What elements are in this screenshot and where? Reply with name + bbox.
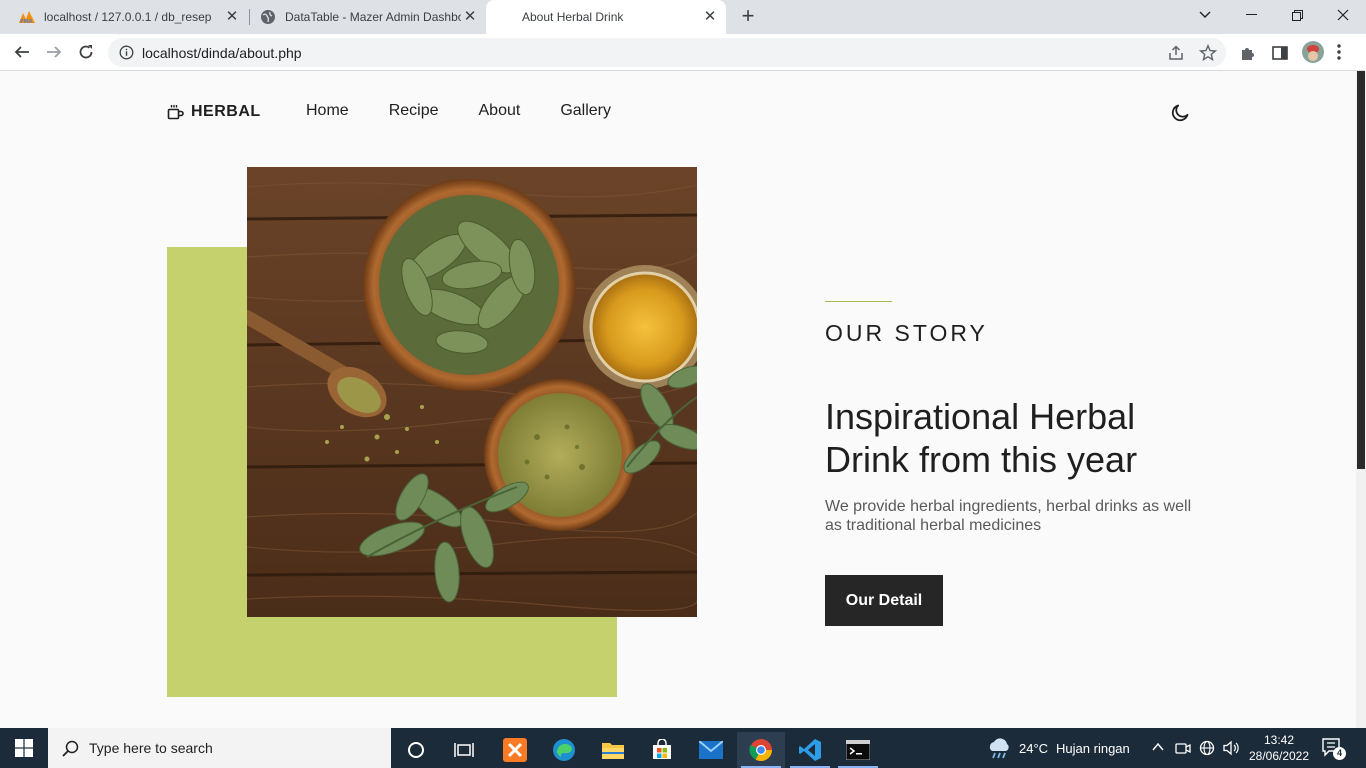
url-text: localhost/dinda/about.php: [142, 45, 302, 61]
nav-gallery[interactable]: Gallery: [560, 102, 611, 120]
accent-line: [825, 301, 892, 302]
bookmark-star-icon[interactable]: [1199, 44, 1217, 62]
notification-center-button[interactable]: 4: [1322, 738, 1346, 763]
new-tab-button[interactable]: +: [737, 5, 759, 29]
arrow-left-icon: [14, 46, 29, 58]
chrome-icon: [749, 739, 772, 761]
task-view-icon: [454, 743, 474, 757]
nav-home[interactable]: Home: [306, 102, 349, 120]
windows-taskbar: Type here to search 24°C Hujan ringan 13…: [0, 728, 1366, 768]
extensions-icon[interactable]: [1239, 44, 1257, 62]
clock-date: 28/06/2022: [1248, 749, 1310, 763]
taskbar-mail[interactable]: [687, 732, 735, 768]
reload-icon: [79, 45, 93, 59]
tab-phpmyadmin[interactable]: PMA localhost / 127.0.0.1 / db_resep | ✕: [8, 0, 248, 34]
nav-recipe[interactable]: Recipe: [389, 102, 439, 120]
mail-icon: [699, 741, 723, 759]
tab-search-button[interactable]: [1182, 0, 1228, 30]
chevron-down-icon: [1199, 11, 1211, 18]
section-eyebrow: OUR STORY: [825, 320, 988, 346]
tab-label: localhost / 127.0.0.1 / db_resep |: [44, 10, 214, 24]
taskbar-file-explorer[interactable]: [589, 732, 637, 768]
back-button[interactable]: [10, 40, 34, 64]
start-button[interactable]: [0, 728, 48, 768]
tab-about-herbal[interactable]: About Herbal Drink ✕: [486, 0, 726, 34]
cortana-icon: [408, 742, 424, 758]
page-scrollbar[interactable]: [1356, 71, 1366, 728]
volume-icon[interactable]: [1222, 740, 1240, 756]
restore-button[interactable]: [1274, 0, 1320, 30]
site-brand[interactable]: HERBAL: [167, 103, 261, 121]
forward-button[interactable]: [42, 40, 66, 64]
close-icon: [1337, 9, 1349, 21]
close-tab-icon[interactable]: ✕: [462, 9, 478, 25]
notification-count: 4: [1333, 747, 1346, 760]
avatar[interactable]: [1302, 41, 1324, 63]
close-tab-icon[interactable]: ✕: [224, 9, 240, 25]
close-tab-icon[interactable]: ✕: [702, 9, 718, 25]
cortana-button[interactable]: [392, 732, 440, 768]
taskbar-terminal[interactable]: [834, 732, 882, 768]
browser-tab-bar: PMA localhost / 127.0.0.1 / db_resep | ✕…: [0, 0, 1366, 34]
search-icon: [62, 740, 79, 757]
main-nav: Home Recipe About Gallery: [306, 102, 651, 120]
tab-datatable[interactable]: DataTable - Mazer Admin Dashbo ✕: [250, 0, 486, 34]
rain-cloud-icon: [989, 738, 1009, 759]
chevron-up-icon[interactable]: [1152, 742, 1164, 752]
taskbar-edge[interactable]: [540, 732, 588, 768]
taskbar-chrome[interactable]: [737, 732, 785, 768]
page-headline: Inspirational Herbal Drink from this yea…: [825, 396, 1138, 480]
taskbar-xampp[interactable]: [491, 732, 539, 768]
brand-name: HERBAL: [191, 103, 261, 120]
address-bar[interactable]: localhost/dinda/about.php: [108, 38, 1226, 67]
task-view-button[interactable]: [440, 732, 488, 768]
minimize-icon: [1245, 14, 1257, 15]
clock-time: 13:42: [1263, 733, 1295, 747]
browser-menu-button[interactable]: [1337, 42, 1341, 62]
browser-toolbar: localhost/dinda/about.php: [0, 34, 1366, 71]
taskbar-search[interactable]: Type here to search: [48, 728, 391, 768]
store-icon: [653, 739, 671, 759]
weather-widget[interactable]: 24°C Hujan ringan: [986, 728, 1130, 768]
network-globe-icon[interactable]: [1199, 740, 1215, 756]
svg-text:PMA: PMA: [20, 19, 33, 24]
info-icon[interactable]: [119, 45, 134, 60]
edge-icon: [553, 739, 575, 761]
vscode-icon: [799, 739, 821, 761]
minimize-button[interactable]: [1228, 0, 1274, 30]
cup-icon: [167, 105, 184, 120]
terminal-icon: [846, 740, 870, 760]
tab-label: About Herbal Drink: [522, 10, 624, 24]
moon-icon[interactable]: [1170, 101, 1192, 123]
weather-temp: 24°C: [1019, 740, 1049, 756]
phpmyadmin-icon: PMA: [19, 11, 35, 24]
tab-label: DataTable - Mazer Admin Dashbo: [285, 10, 461, 24]
weather-desc: Hujan ringan: [1056, 740, 1130, 756]
our-detail-button[interactable]: Our Detail: [825, 575, 943, 626]
windows-icon: [15, 739, 33, 757]
folder-icon: [602, 743, 624, 759]
restore-icon: [1291, 9, 1303, 21]
search-placeholder: Type here to search: [89, 740, 213, 756]
meet-now-icon[interactable]: [1175, 740, 1191, 756]
side-panel-icon[interactable]: [1271, 44, 1289, 62]
scrollbar-thumb[interactable]: [1357, 71, 1365, 469]
xampp-icon: [503, 738, 527, 762]
globe-icon: [261, 10, 275, 24]
taskbar-vscode[interactable]: [786, 732, 834, 768]
nav-about[interactable]: About: [479, 102, 521, 120]
more-vert-icon: [1337, 44, 1341, 60]
page-viewport: HERBAL Home Recipe About Gallery OUR STO…: [0, 71, 1356, 728]
herbal-ingredients-photo: [247, 167, 697, 617]
taskbar-store[interactable]: [638, 732, 686, 768]
share-icon[interactable]: [1167, 44, 1185, 62]
page-description: We provide herbal ingredients, herbal dr…: [825, 498, 1192, 534]
reload-button[interactable]: [74, 40, 98, 64]
arrow-right-icon: [47, 46, 62, 58]
system-clock[interactable]: 13:42 28/06/2022: [1248, 732, 1310, 764]
close-window-button[interactable]: [1320, 0, 1366, 30]
